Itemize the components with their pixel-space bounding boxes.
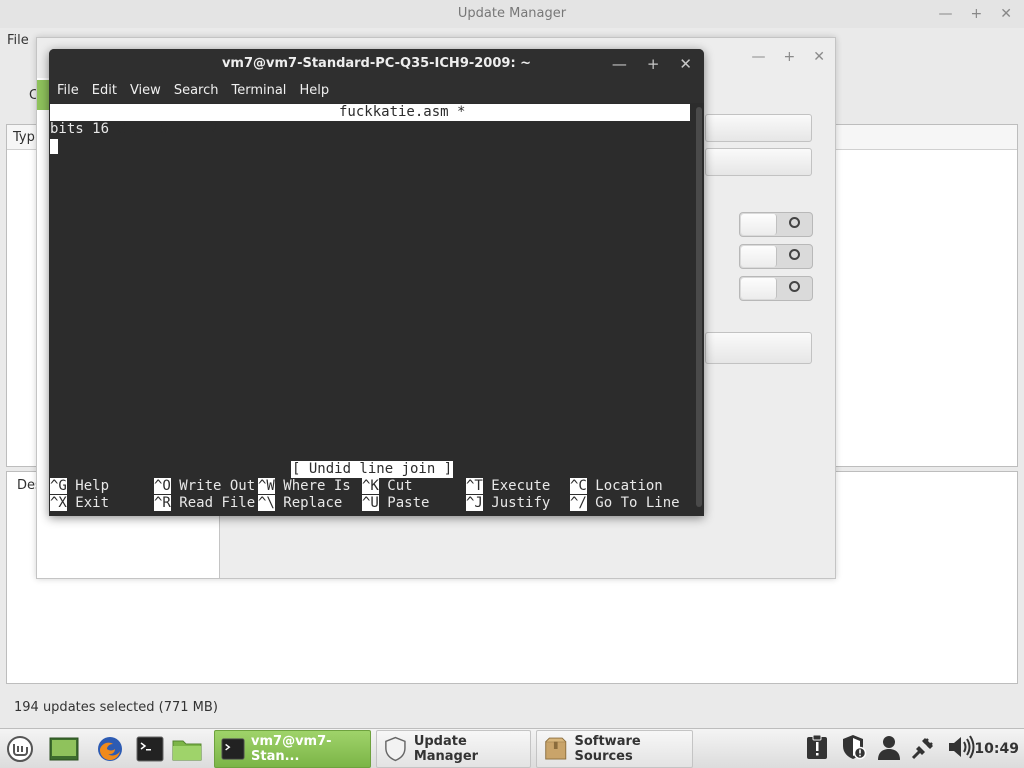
- terminal-icon: [221, 738, 245, 760]
- terminal-menubar: File Edit View Search Terminal Help: [49, 79, 704, 103]
- status-text: 194 updates selected (771 MB): [14, 700, 218, 715]
- nano-status-message: [ Undid line join ]: [291, 461, 454, 478]
- terminal-title: vm7@vm7-Standard-PC-Q35-ICH9-2009: ~: [221, 56, 532, 71]
- nano-filename: fuckkatie.asm *: [339, 104, 466, 120]
- column-type-header[interactable]: Typ: [13, 130, 35, 145]
- minimize-icon[interactable]: —: [939, 0, 953, 28]
- terminal-window-controls: — + ✕: [612, 49, 692, 79]
- close-icon[interactable]: ✕: [1000, 0, 1012, 28]
- shortcut-where-is[interactable]: ^W Where Is: [258, 478, 351, 495]
- nano-version: GNU nano 6.2: [100, 121, 219, 137]
- terminal-menu-search[interactable]: Search: [174, 79, 226, 103]
- nano-editor[interactable]: GNU nano 6.2 fuckkatie.asm * bits 16 [ U…: [50, 104, 690, 514]
- clipboard-icon[interactable]: [804, 733, 830, 765]
- system-tray: [800, 729, 976, 768]
- update-manager-window-controls: — + ✕: [939, 0, 1012, 28]
- mint-menu-icon[interactable]: [6, 735, 34, 763]
- editor-cursor-line[interactable]: [50, 138, 690, 155]
- shortcut-write-out[interactable]: ^O Write Out: [154, 478, 255, 495]
- shortcut-cut[interactable]: ^K Cut: [362, 478, 413, 495]
- task-terminal[interactable]: vm7@vm7-Stan...: [214, 730, 371, 768]
- terminal-titlebar[interactable]: vm7@vm7-Standard-PC-Q35-ICH9-2009: ~ — +…: [49, 49, 704, 79]
- firefox-icon[interactable]: [96, 735, 124, 763]
- minimize-icon[interactable]: —: [612, 49, 627, 79]
- dialog-button-2[interactable]: [705, 148, 812, 176]
- clock[interactable]: 10:49: [974, 729, 1019, 768]
- shield-icon: [385, 736, 406, 762]
- terminal-menu-edit[interactable]: Edit: [92, 79, 124, 103]
- show-desktop-icon[interactable]: [49, 735, 79, 763]
- update-manager-titlebar: Update Manager — + ✕: [0, 0, 1024, 28]
- package-icon: [545, 737, 567, 760]
- maximize-icon[interactable]: +: [784, 49, 796, 65]
- task-software-sources[interactable]: Software Sources: [536, 730, 693, 768]
- shortcut-justify[interactable]: ^J Justify: [466, 495, 550, 512]
- toggle-switch-2[interactable]: [739, 244, 813, 269]
- maximize-icon[interactable]: +: [647, 49, 660, 79]
- terminal-menu-help[interactable]: Help: [299, 79, 336, 103]
- maximize-icon[interactable]: +: [971, 0, 983, 28]
- shortcut-paste[interactable]: ^U Paste: [362, 495, 429, 512]
- toggle-switch-1[interactable]: [739, 212, 813, 237]
- network-icon[interactable]: [910, 733, 938, 765]
- shortcut-help[interactable]: ^G Help: [50, 478, 109, 495]
- shortcut-execute[interactable]: ^T Execute: [466, 478, 550, 495]
- minimize-icon[interactable]: —: [752, 49, 766, 65]
- menu-file[interactable]: File: [7, 33, 29, 48]
- close-icon[interactable]: ✕: [813, 49, 825, 65]
- task-software-sources-label: Software Sources: [574, 734, 641, 764]
- update-shield-icon[interactable]: [840, 733, 868, 765]
- shortcut-row-2: ^X Exit ^R Read File ^\ Replace ^U Paste…: [50, 495, 690, 512]
- terminal-launcher-icon[interactable]: [136, 735, 164, 763]
- terminal-window: vm7@vm7-Standard-PC-Q35-ICH9-2009: ~ — +…: [49, 49, 704, 516]
- shortcut-go-to-line[interactable]: ^/ Go To Line: [570, 495, 680, 512]
- nano-shortcut-bar: ^G Help ^O Write Out ^W Where Is ^K Cut …: [50, 478, 690, 512]
- dialog-button-3[interactable]: [705, 332, 812, 364]
- toggle-switch-3[interactable]: [739, 276, 813, 301]
- nano-header: GNU nano 6.2 fuckkatie.asm *: [50, 104, 690, 137]
- task-update-manager-label: Update Manager: [413, 734, 479, 764]
- dialog-button-1[interactable]: [705, 114, 812, 142]
- close-icon[interactable]: ✕: [679, 49, 692, 79]
- taskbar: vm7@vm7-Stan... Update Manager Software …: [0, 728, 1024, 768]
- shortcut-read-file[interactable]: ^R Read File: [154, 495, 255, 512]
- scrollbar-thumb[interactable]: [696, 107, 702, 507]
- shortcut-location[interactable]: ^C Location: [570, 478, 663, 495]
- terminal-menu-terminal[interactable]: Terminal: [231, 79, 293, 103]
- shortcut-row-1: ^G Help ^O Write Out ^W Where Is ^K Cut …: [50, 478, 690, 495]
- update-manager-title: Update Manager: [457, 6, 567, 21]
- user-icon[interactable]: [876, 733, 902, 765]
- dialog-window-controls: — + ✕: [752, 49, 825, 65]
- volume-icon[interactable]: [946, 733, 976, 765]
- terminal-menu-view[interactable]: View: [130, 79, 168, 103]
- terminal-scrollbar[interactable]: [692, 104, 704, 514]
- shortcut-exit[interactable]: ^X Exit: [50, 495, 109, 512]
- terminal-menu-file[interactable]: File: [57, 79, 86, 103]
- shortcut-replace[interactable]: ^\ Replace: [258, 495, 342, 512]
- files-icon[interactable]: [172, 735, 202, 763]
- task-terminal-label: vm7@vm7-Stan...: [251, 734, 332, 764]
- task-update-manager[interactable]: Update Manager: [376, 730, 531, 768]
